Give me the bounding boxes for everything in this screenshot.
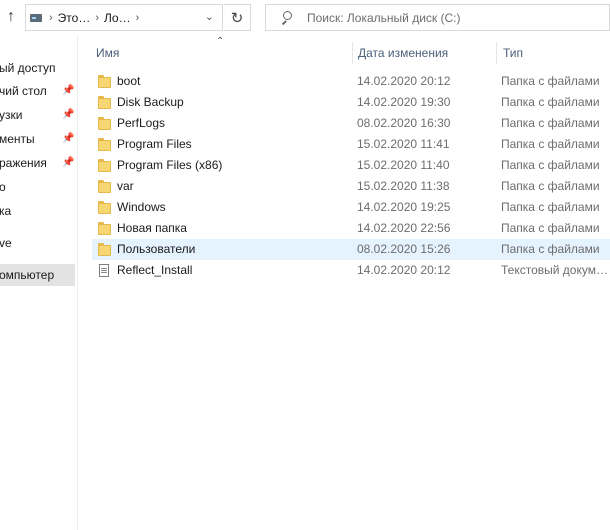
column-header-type[interactable]: Тип [496, 42, 610, 64]
file-date: 14.02.2020 22:56 [357, 221, 451, 235]
pin-icon: 📌 [62, 133, 75, 144]
breadcrumb-this-pc[interactable]: Это… [58, 11, 91, 25]
file-date: 14.02.2020 19:30 [357, 95, 451, 109]
file-type: Папка с файлами [501, 221, 600, 235]
file-row[interactable]: Пользователи 08.02.2020 15:26 Папка с фа… [92, 239, 610, 260]
file-date: 14.02.2020 20:12 [357, 74, 451, 88]
refresh-icon: ↻ [230, 9, 244, 27]
file-date: 14.02.2020 19:25 [357, 200, 451, 214]
nav-item-label: ка [0, 204, 12, 218]
drive-icon [30, 12, 44, 24]
nav-item-quick-access[interactable]: ый доступ [0, 57, 75, 79]
file-name: Новая папка [117, 221, 187, 235]
nav-item-documents[interactable]: менты 📌 [0, 128, 75, 150]
search-box[interactable] [265, 4, 610, 31]
nav-item-label: омпьютер [0, 268, 55, 282]
file-row[interactable]: Program Files 15.02.2020 11:41 Папка с ф… [92, 134, 610, 155]
navigation-pane: ый доступ чий стол 📌 узки 📌 менты 📌 раже… [0, 36, 78, 530]
file-date: 15.02.2020 11:41 [357, 137, 450, 151]
column-header-date-modified[interactable]: Дата изменения [352, 42, 496, 64]
folder-icon [98, 243, 111, 256]
file-name: var [117, 179, 134, 193]
folder-icon [98, 96, 111, 109]
folder-icon [98, 138, 111, 151]
pin-icon: 📌 [62, 85, 75, 96]
folder-icon [98, 201, 111, 214]
breadcrumb-separator-icon[interactable]: › [49, 12, 53, 24]
search-icon [280, 10, 294, 25]
column-header-name[interactable]: Имя [96, 42, 351, 64]
nav-item-music[interactable]: ка [0, 200, 75, 222]
file-name: Program Files (x86) [117, 158, 223, 172]
file-date: 08.02.2020 16:30 [357, 116, 451, 130]
nav-item-label: узки [0, 108, 23, 122]
file-type: Папка с файлами [501, 116, 600, 130]
nav-item-label: ражения [0, 156, 47, 170]
pin-icon: 📌 [62, 109, 75, 120]
file-row[interactable]: Windows 14.02.2020 19:25 Папка с файлами [92, 197, 610, 218]
folder-icon [98, 117, 111, 130]
document-icon [98, 264, 110, 277]
nav-item-video[interactable]: о [0, 176, 75, 198]
nav-item-this-pc[interactable]: омпьютер [0, 264, 75, 286]
nav-item-label: чий стол [0, 84, 47, 98]
breadcrumb-separator-icon[interactable]: › [136, 12, 140, 24]
nav-item-label: менты [0, 132, 35, 146]
file-date: 08.02.2020 15:26 [357, 242, 451, 256]
up-arrow-icon[interactable]: ↑ [2, 7, 20, 27]
search-input[interactable] [307, 10, 607, 25]
file-type: Папка с файлами [501, 158, 600, 172]
nav-item-onedrive[interactable]: ve [0, 232, 75, 254]
nav-item-desktop[interactable]: чий стол 📌 [0, 80, 75, 102]
file-date: 14.02.2020 20:12 [357, 263, 451, 277]
file-name: boot [117, 74, 141, 88]
file-type: Папка с файлами [501, 137, 600, 151]
file-name: Disk Backup [117, 95, 184, 109]
file-name: Пользователи [117, 242, 196, 256]
file-type: Папка с файлами [501, 95, 600, 109]
file-name: Program Files [117, 137, 192, 151]
file-row[interactable]: Новая папка 14.02.2020 22:56 Папка с фай… [92, 218, 610, 239]
file-type: Папка с файлами [501, 200, 600, 214]
file-name: PerfLogs [117, 116, 166, 130]
folder-icon [98, 75, 111, 88]
pin-icon: 📌 [62, 157, 75, 168]
file-row[interactable]: boot 14.02.2020 20:12 Папка с файлами [92, 71, 610, 92]
file-row[interactable]: Program Files (x86) 15.02.2020 11:40 Пап… [92, 155, 610, 176]
file-row[interactable]: var 15.02.2020 11:38 Папка с файлами [92, 176, 610, 197]
file-date: 15.02.2020 11:40 [357, 158, 450, 172]
nav-item-label: ve [0, 236, 12, 250]
nav-item-label: о [0, 180, 6, 194]
folder-icon [98, 180, 111, 193]
nav-item-downloads[interactable]: узки 📌 [0, 104, 75, 126]
folder-icon [98, 159, 111, 172]
nav-item-label: ый доступ [0, 61, 56, 75]
file-date: 15.02.2020 11:38 [357, 179, 450, 193]
file-row[interactable]: PerfLogs 08.02.2020 16:30 Папка с файлам… [92, 113, 610, 134]
file-list: ⌃ Имя Дата изменения Тип boot 14.02.2020… [78, 36, 610, 530]
folder-icon [98, 222, 111, 235]
file-name: Reflect_Install [117, 263, 193, 277]
address-toolbar: ↑ › Это… › Ло… › ⌄ ↻ [0, 0, 610, 36]
file-type: Папка с файлами [501, 74, 600, 88]
file-name: Windows [117, 200, 166, 214]
refresh-button[interactable]: ↻ [224, 4, 251, 31]
file-row[interactable]: Disk Backup 14.02.2020 19:30 Папка с фай… [92, 92, 610, 113]
address-bar[interactable]: › Это… › Ло… › ⌄ [25, 4, 223, 31]
file-type: Папка с файлами [501, 179, 600, 193]
breadcrumb-separator-icon[interactable]: › [95, 12, 99, 24]
file-type: Текстовый докум… [501, 263, 608, 277]
nav-item-pictures[interactable]: ражения 📌 [0, 152, 75, 174]
file-row[interactable]: Reflect_Install 14.02.2020 20:12 Текстов… [92, 260, 610, 281]
breadcrumb-local-disk[interactable]: Ло… [104, 11, 131, 25]
file-type: Папка с файлами [501, 242, 600, 256]
chevron-down-icon[interactable]: ⌄ [205, 10, 214, 23]
